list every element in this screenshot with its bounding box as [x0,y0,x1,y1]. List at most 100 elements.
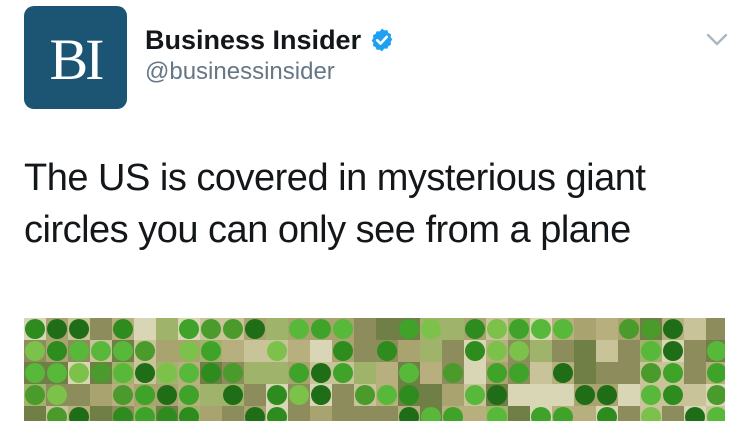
crop-circle [25,319,45,339]
farm-field [354,340,376,362]
farm-field [596,340,618,362]
crop-circle [377,385,397,405]
farm-field [618,362,640,384]
crop-circle [69,341,89,361]
farm-field [310,406,332,421]
farm-field [420,340,442,362]
farm-field [420,384,442,406]
crop-circle [69,319,89,339]
farm-field [618,340,640,362]
farm-field [684,384,706,406]
crop-circle [267,341,287,361]
crop-circle [69,363,89,383]
crop-circle [487,363,507,383]
author-name-row: Business Insider [145,22,395,58]
crop-circle [663,385,683,405]
crop-circle [91,363,111,383]
farm-field [574,406,596,421]
farm-field [530,340,552,362]
crop-circle [113,319,133,339]
crop-circle [333,319,353,339]
farm-field [574,318,596,340]
farm-field [354,318,376,340]
crop-circle [201,363,221,383]
farm-field [288,406,310,421]
crop-circle [663,363,683,383]
crop-circle [333,341,353,361]
author-display-name[interactable]: Business Insider [145,26,361,54]
crop-circle [135,341,155,361]
crop-circle [113,341,133,361]
avatar[interactable]: BI [24,6,127,109]
crop-circle [201,341,221,361]
crop-circle [47,319,67,339]
crop-circle [399,385,419,405]
farm-field [244,384,266,406]
crop-circle [465,319,485,339]
farm-field [332,406,354,421]
crop-circle [223,319,243,339]
chevron-down-icon[interactable] [706,33,728,47]
farm-field [508,384,530,406]
crop-circle [377,341,397,361]
crop-circle [267,385,287,405]
crop-circle [157,363,177,383]
crop-circle [179,363,199,383]
farm-field [332,384,354,406]
author-handle[interactable]: @businessinsider [145,60,335,84]
crop-circle [509,363,529,383]
crop-circle [25,363,45,383]
crop-circle [179,385,199,405]
farm-field [90,318,112,340]
farm-field [156,318,178,340]
crop-circle [553,319,573,339]
aerial-farmland-image [24,318,725,421]
farm-field [200,406,222,421]
crop-circle [333,363,353,383]
crop-circle [179,319,199,339]
crop-circle [47,385,67,405]
crop-circle [289,319,309,339]
crop-circle [487,385,507,405]
crop-circle [421,319,441,339]
crop-circle [311,363,331,383]
farm-field [24,406,46,421]
farm-field [376,406,398,421]
farm-field [354,362,376,384]
farm-field [222,406,244,421]
crop-circle [641,363,661,383]
crop-circle [663,319,683,339]
crop-circle [311,385,331,405]
tweet-media-photo[interactable] [24,318,725,421]
farm-field [134,318,156,340]
crop-circle [399,363,419,383]
crop-circle [531,319,551,339]
farm-field [464,362,486,384]
crop-circle [597,385,617,405]
farm-field [596,362,618,384]
crop-circle [509,341,529,361]
farm-field [244,362,266,384]
crop-circle [641,319,661,339]
farm-field [552,384,574,406]
farm-field [596,318,618,340]
crop-circle [47,363,67,383]
avatar-logo-text: BI [49,26,105,92]
farm-field [376,362,398,384]
crop-circle [641,341,661,361]
crop-circle [113,363,133,383]
farm-field [244,340,266,362]
crop-circle [399,319,419,339]
farm-field [398,340,420,362]
crop-circle [553,363,573,383]
crop-circle [619,319,639,339]
farm-field [442,318,464,340]
farm-field [68,384,90,406]
farm-field [156,340,178,362]
crop-circle [179,341,199,361]
farm-field [442,384,464,406]
verified-badge-icon [371,28,393,52]
crop-circle [223,385,243,405]
farm-field [310,340,332,362]
crop-circle [223,363,243,383]
